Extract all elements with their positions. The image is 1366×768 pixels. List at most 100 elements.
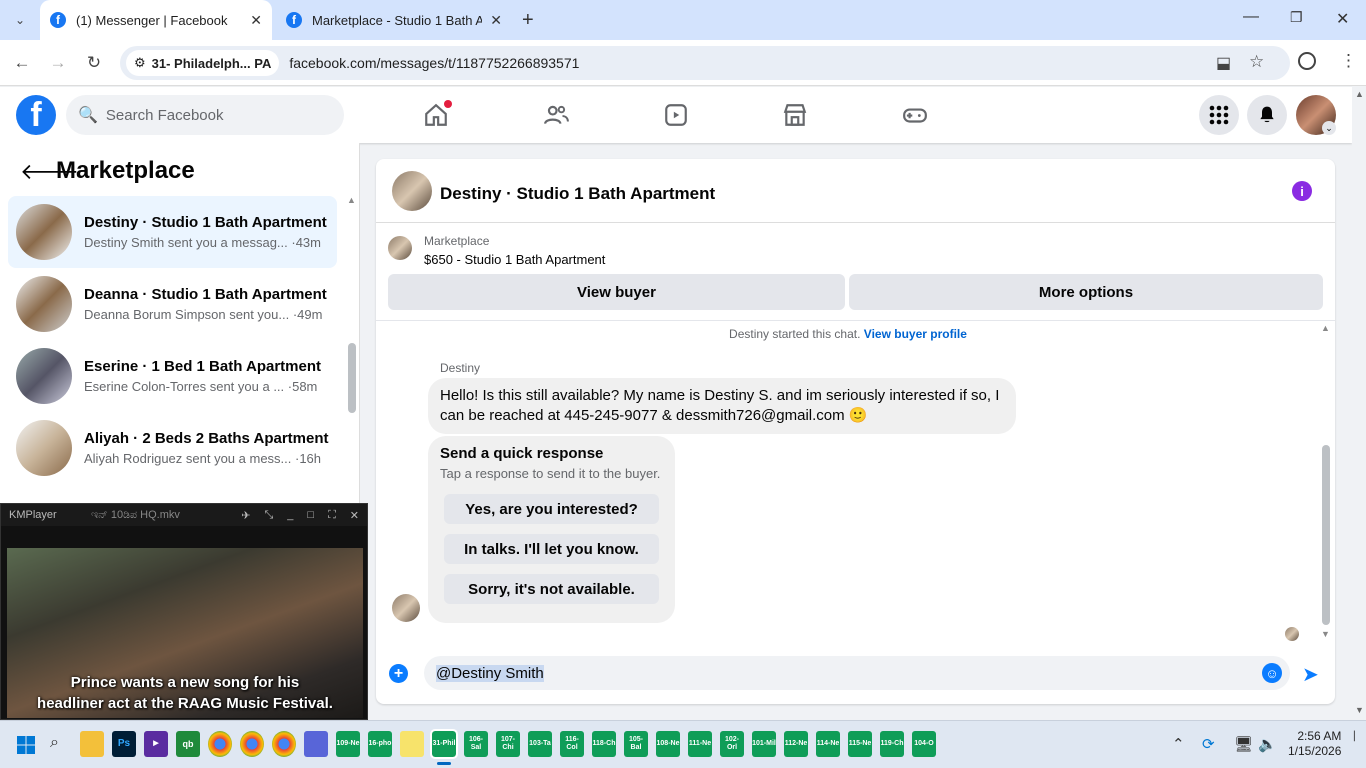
taskbar-app-icon[interactable]: 118-Ch <box>592 731 616 757</box>
listing-title[interactable]: $650 - Studio 1 Bath Apartment <box>424 252 605 267</box>
show-desktop-button[interactable]: ▏ <box>1354 731 1361 742</box>
new-tab-icon[interactable]: + <box>522 9 534 32</box>
tab-search-icon[interactable]: ⌄ <box>8 8 32 32</box>
site-info-chip[interactable]: ⚙ 31- Philadelph... PA <box>126 50 280 76</box>
friends-icon[interactable] <box>536 95 576 135</box>
listing-avatar[interactable] <box>392 171 432 211</box>
taskbar-app-icon[interactable]: 104-O <box>912 731 936 757</box>
quick-response-not-available-button[interactable]: Sorry, it's not available. <box>444 574 659 604</box>
kmp-fullscreen-icon[interactable]: ⛶ <box>328 509 336 522</box>
notepad-icon[interactable] <box>400 731 424 757</box>
url-text[interactable]: facebook.com/messages/t/1187752266893571 <box>289 55 579 71</box>
taskbar-app-icon[interactable]: 112-Ne <box>784 731 808 757</box>
tray-overflow-chevron-icon[interactable]: ⌃ <box>1172 735 1185 753</box>
chrome-icon[interactable] <box>240 731 264 757</box>
kmplayer-window[interactable]: KMPlayer ಇನ್ 10ಡಿಪ HQ.mkv ✈ ⤡ _ □ ⛶ ✕ Pr… <box>0 503 368 720</box>
windows-start-icon[interactable] <box>17 736 35 754</box>
network-icon[interactable]: 🖥 <box>1234 735 1253 753</box>
more-actions-plus-icon[interactable]: + <box>389 664 408 683</box>
taskbar-app-icon[interactable]: 102-Orl <box>720 731 744 757</box>
search-facebook-input[interactable]: 🔍 Search Facebook <box>66 95 344 135</box>
conversation-item[interactable]: Destiny · Studio 1 Bath Apartment Destin… <box>8 196 337 268</box>
pin-icon[interactable]: ✈ <box>241 509 250 522</box>
taskbar-app-icon[interactable]: 114-Ne <box>816 731 840 757</box>
taskbar-search-icon[interactable]: ⌕ <box>50 734 59 752</box>
page-scroll-up-icon[interactable]: ▲ <box>1355 89 1364 99</box>
photoshop-icon[interactable]: Ps <box>112 731 136 757</box>
taskbar-app-icon[interactable]: 116-Col <box>560 731 584 757</box>
kmp-maximize-icon[interactable]: □ <box>307 509 314 521</box>
page-scrollbar[interactable]: ▲ ▼ <box>1352 87 1366 720</box>
restore-icon[interactable]: ❐ <box>1290 9 1303 26</box>
taskbar-app-icon[interactable]: 106-Sal <box>464 731 488 757</box>
home-icon[interactable] <box>416 95 456 135</box>
taskbar-app-icon[interactable]: 115-Ne <box>848 731 872 757</box>
conversation-item[interactable]: Eserine · 1 Bed 1 Bath Apartment Eserine… <box>8 340 337 412</box>
message-input[interactable]: @Destiny Smith <box>424 656 1290 690</box>
quick-response-yes-button[interactable]: Yes, are you interested? <box>444 494 659 524</box>
more-options-button[interactable]: More options <box>849 274 1323 310</box>
taskbar-app-icon[interactable]: 108-Ne <box>656 731 680 757</box>
chrome-icon[interactable] <box>272 731 296 757</box>
taskbar-app-icon[interactable]: 103-Ta <box>528 731 552 757</box>
info-icon[interactable]: i <box>1292 181 1312 201</box>
taskbar-app-16-icon[interactable]: 16-pho <box>368 731 392 757</box>
tab-messenger[interactable]: f (1) Messenger | Facebook ✕ <box>40 0 272 40</box>
taskbar-clock[interactable]: 2:56 AM 1/15/2026 <box>1288 729 1341 759</box>
marketplace-icon[interactable] <box>775 95 815 135</box>
omnibox[interactable]: ⚙ 31- Philadelph... PA facebook.com/mess… <box>120 46 1290 80</box>
taskbar-app-31-icon[interactable]: 31-Phil <box>430 729 458 759</box>
thread-scroll-down-icon[interactable]: ▼ <box>1321 629 1330 639</box>
send-icon[interactable]: ➤ <box>1302 662 1319 687</box>
emoji-icon[interactable]: ☺ <box>1262 663 1282 683</box>
taskbar-app-icon[interactable]: 119-Ch <box>880 731 904 757</box>
taskbar-app-icon[interactable]: 107-Chi <box>496 731 520 757</box>
volume-icon[interactable]: 🔈 <box>1258 735 1277 753</box>
video-icon[interactable] <box>656 95 696 135</box>
menu-grid-icon[interactable] <box>1199 95 1239 135</box>
video-frame[interactable]: Prince wants a new song for his headline… <box>7 548 363 718</box>
chrome-icon[interactable] <box>208 731 232 757</box>
taskbar-app-icon[interactable]: 111-Ne <box>688 731 712 757</box>
install-app-icon[interactable]: ⬓ <box>1216 53 1231 73</box>
tab-close-icon[interactable]: ✕ <box>250 12 262 29</box>
list-scrollbar-thumb[interactable] <box>348 343 356 413</box>
tab-marketplace[interactable]: f Marketplace - Studio 1 Bath Apartment … <box>276 0 512 40</box>
taskbar-app-109-icon[interactable]: 109-Ne <box>336 731 360 757</box>
sync-icon[interactable]: ⟳ <box>1202 735 1215 753</box>
app-icon[interactable] <box>304 731 328 757</box>
view-buyer-button[interactable]: View buyer <box>388 274 845 310</box>
notifications-bell-icon[interactable] <box>1247 95 1287 135</box>
taskbar-app-icon[interactable]: 105-Bal <box>624 731 648 757</box>
facebook-logo-icon[interactable]: f <box>16 95 56 135</box>
conversation-item[interactable]: Aliyah · 2 Beds 2 Baths Apartment Aliyah… <box>8 412 337 484</box>
reload-icon[interactable]: ↻ <box>82 51 106 75</box>
quick-response-in-talks-button[interactable]: In talks. I'll let you know. <box>444 534 659 564</box>
kmp-minimize-icon[interactable]: _ <box>287 509 293 521</box>
thread-scrollbar-thumb[interactable] <box>1322 445 1330 625</box>
media-player-icon[interactable]: ▶ <box>144 731 168 757</box>
bookmark-star-icon[interactable]: ☆ <box>1249 52 1264 72</box>
list-scroll-up-icon[interactable]: ▲ <box>347 195 356 205</box>
mini-mode-icon[interactable]: ⤡ <box>264 509 273 522</box>
gaming-icon[interactable] <box>895 95 935 135</box>
view-buyer-profile-link[interactable]: View buyer profile <box>864 327 967 341</box>
account-chevron-down-icon[interactable]: ⌄ <box>1322 121 1336 135</box>
page-scroll-down-icon[interactable]: ▼ <box>1355 705 1364 715</box>
sender-avatar[interactable] <box>392 594 420 622</box>
kmp-close-icon[interactable]: ✕ <box>350 509 359 522</box>
quickbooks-icon[interactable]: qb <box>176 731 200 757</box>
chat-title[interactable]: Destiny · Studio 1 Bath Apartment <box>440 184 715 204</box>
incoming-message-bubble[interactable]: Hello! Is this still available? My name … <box>428 378 1016 434</box>
back-icon[interactable]: ← <box>10 51 34 75</box>
file-explorer-icon[interactable] <box>80 731 104 757</box>
menu-kebab-icon[interactable]: ⋮ <box>1340 51 1357 71</box>
thread-scroll-up-icon[interactable]: ▲ <box>1321 323 1330 333</box>
minimize-icon[interactable]: — <box>1243 8 1259 26</box>
tab-close-icon[interactable]: ✕ <box>490 12 502 29</box>
forward-icon[interactable]: → <box>46 51 70 75</box>
conversation-item[interactable]: Deanna · Studio 1 Bath Apartment Deanna … <box>8 268 337 340</box>
profile-icon[interactable] <box>1298 52 1316 70</box>
taskbar-app-icon[interactable]: 101-Mil <box>752 731 776 757</box>
window-close-icon[interactable]: ✕ <box>1336 9 1349 29</box>
